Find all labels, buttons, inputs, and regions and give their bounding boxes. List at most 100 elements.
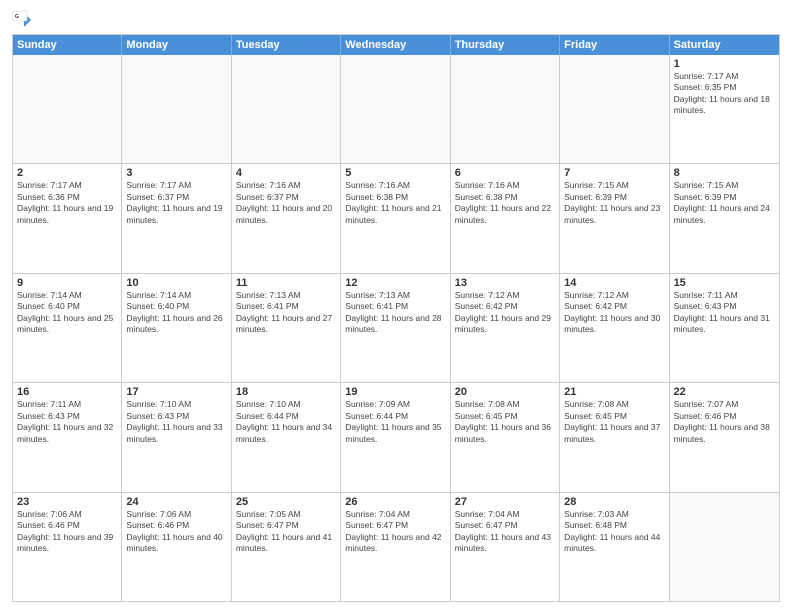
calendar-cell: 28Sunrise: 7:03 AMSunset: 6:48 PMDayligh…	[560, 493, 669, 601]
header-cell-sunday: Sunday	[13, 35, 122, 55]
calendar-cell	[232, 55, 341, 163]
day-number: 14	[564, 277, 664, 289]
calendar-cell	[560, 55, 669, 163]
calendar: SundayMondayTuesdayWednesdayThursdayFrid…	[12, 34, 780, 602]
day-number: 13	[455, 277, 555, 289]
day-number: 5	[345, 167, 445, 179]
day-number: 6	[455, 167, 555, 179]
calendar-row-3: 9Sunrise: 7:14 AMSunset: 6:40 PMDaylight…	[13, 273, 779, 382]
day-info: Sunrise: 7:15 AMSunset: 6:39 PMDaylight:…	[564, 180, 664, 226]
page-header: G	[12, 10, 780, 30]
day-info: Sunrise: 7:14 AMSunset: 6:40 PMDaylight:…	[17, 290, 117, 336]
calendar-cell	[341, 55, 450, 163]
day-number: 21	[564, 386, 664, 398]
day-number: 12	[345, 277, 445, 289]
day-number: 7	[564, 167, 664, 179]
day-number: 25	[236, 496, 336, 508]
calendar-cell: 10Sunrise: 7:14 AMSunset: 6:40 PMDayligh…	[122, 274, 231, 382]
calendar-cell: 23Sunrise: 7:06 AMSunset: 6:46 PMDayligh…	[13, 493, 122, 601]
calendar-cell: 25Sunrise: 7:05 AMSunset: 6:47 PMDayligh…	[232, 493, 341, 601]
calendar-cell: 15Sunrise: 7:11 AMSunset: 6:43 PMDayligh…	[670, 274, 779, 382]
header-cell-friday: Friday	[560, 35, 669, 55]
calendar-cell: 22Sunrise: 7:07 AMSunset: 6:46 PMDayligh…	[670, 383, 779, 491]
calendar-cell: 13Sunrise: 7:12 AMSunset: 6:42 PMDayligh…	[451, 274, 560, 382]
day-number: 9	[17, 277, 117, 289]
day-info: Sunrise: 7:13 AMSunset: 6:41 PMDaylight:…	[345, 290, 445, 336]
calendar-cell: 7Sunrise: 7:15 AMSunset: 6:39 PMDaylight…	[560, 164, 669, 272]
svg-text:G: G	[15, 14, 19, 20]
day-info: Sunrise: 7:16 AMSunset: 6:38 PMDaylight:…	[455, 180, 555, 226]
calendar-cell: 26Sunrise: 7:04 AMSunset: 6:47 PMDayligh…	[341, 493, 450, 601]
day-number: 2	[17, 167, 117, 179]
day-number: 4	[236, 167, 336, 179]
day-info: Sunrise: 7:17 AMSunset: 6:36 PMDaylight:…	[17, 180, 117, 226]
calendar-cell: 1Sunrise: 7:17 AMSunset: 6:35 PMDaylight…	[670, 55, 779, 163]
calendar-cell: 27Sunrise: 7:04 AMSunset: 6:47 PMDayligh…	[451, 493, 560, 601]
header-cell-tuesday: Tuesday	[232, 35, 341, 55]
header-cell-monday: Monday	[122, 35, 231, 55]
calendar-cell: 2Sunrise: 7:17 AMSunset: 6:36 PMDaylight…	[13, 164, 122, 272]
day-info: Sunrise: 7:14 AMSunset: 6:40 PMDaylight:…	[126, 290, 226, 336]
day-info: Sunrise: 7:08 AMSunset: 6:45 PMDaylight:…	[455, 399, 555, 445]
calendar-cell	[451, 55, 560, 163]
day-info: Sunrise: 7:03 AMSunset: 6:48 PMDaylight:…	[564, 509, 664, 555]
day-number: 16	[17, 386, 117, 398]
day-number: 22	[674, 386, 775, 398]
day-info: Sunrise: 7:04 AMSunset: 6:47 PMDaylight:…	[455, 509, 555, 555]
calendar-cell: 8Sunrise: 7:15 AMSunset: 6:39 PMDaylight…	[670, 164, 779, 272]
calendar-cell: 17Sunrise: 7:10 AMSunset: 6:43 PMDayligh…	[122, 383, 231, 491]
day-info: Sunrise: 7:08 AMSunset: 6:45 PMDaylight:…	[564, 399, 664, 445]
day-number: 24	[126, 496, 226, 508]
day-info: Sunrise: 7:15 AMSunset: 6:39 PMDaylight:…	[674, 180, 775, 226]
day-number: 19	[345, 386, 445, 398]
day-info: Sunrise: 7:10 AMSunset: 6:44 PMDaylight:…	[236, 399, 336, 445]
calendar-cell: 11Sunrise: 7:13 AMSunset: 6:41 PMDayligh…	[232, 274, 341, 382]
day-number: 20	[455, 386, 555, 398]
day-number: 23	[17, 496, 117, 508]
day-info: Sunrise: 7:13 AMSunset: 6:41 PMDaylight:…	[236, 290, 336, 336]
calendar-cell: 12Sunrise: 7:13 AMSunset: 6:41 PMDayligh…	[341, 274, 450, 382]
day-info: Sunrise: 7:10 AMSunset: 6:43 PMDaylight:…	[126, 399, 226, 445]
day-info: Sunrise: 7:07 AMSunset: 6:46 PMDaylight:…	[674, 399, 775, 445]
day-number: 1	[674, 58, 775, 70]
day-info: Sunrise: 7:06 AMSunset: 6:46 PMDaylight:…	[17, 509, 117, 555]
calendar-cell: 16Sunrise: 7:11 AMSunset: 6:43 PMDayligh…	[13, 383, 122, 491]
calendar-cell: 14Sunrise: 7:12 AMSunset: 6:42 PMDayligh…	[560, 274, 669, 382]
day-info: Sunrise: 7:17 AMSunset: 6:37 PMDaylight:…	[126, 180, 226, 226]
day-info: Sunrise: 7:06 AMSunset: 6:46 PMDaylight:…	[126, 509, 226, 555]
calendar-cell: 20Sunrise: 7:08 AMSunset: 6:45 PMDayligh…	[451, 383, 560, 491]
header-cell-thursday: Thursday	[451, 35, 560, 55]
calendar-cell: 21Sunrise: 7:08 AMSunset: 6:45 PMDayligh…	[560, 383, 669, 491]
day-info: Sunrise: 7:12 AMSunset: 6:42 PMDaylight:…	[564, 290, 664, 336]
day-number: 10	[126, 277, 226, 289]
day-number: 15	[674, 277, 775, 289]
calendar-row-2: 2Sunrise: 7:17 AMSunset: 6:36 PMDaylight…	[13, 163, 779, 272]
calendar-cell	[670, 493, 779, 601]
calendar-cell: 3Sunrise: 7:17 AMSunset: 6:37 PMDaylight…	[122, 164, 231, 272]
calendar-cell	[122, 55, 231, 163]
calendar-cell: 4Sunrise: 7:16 AMSunset: 6:37 PMDaylight…	[232, 164, 341, 272]
calendar-cell	[13, 55, 122, 163]
logo-icon: G	[12, 10, 32, 30]
day-info: Sunrise: 7:11 AMSunset: 6:43 PMDaylight:…	[674, 290, 775, 336]
calendar-row-5: 23Sunrise: 7:06 AMSunset: 6:46 PMDayligh…	[13, 492, 779, 601]
day-info: Sunrise: 7:11 AMSunset: 6:43 PMDaylight:…	[17, 399, 117, 445]
day-info: Sunrise: 7:12 AMSunset: 6:42 PMDaylight:…	[455, 290, 555, 336]
day-info: Sunrise: 7:04 AMSunset: 6:47 PMDaylight:…	[345, 509, 445, 555]
day-number: 28	[564, 496, 664, 508]
calendar-row-4: 16Sunrise: 7:11 AMSunset: 6:43 PMDayligh…	[13, 382, 779, 491]
calendar-cell: 5Sunrise: 7:16 AMSunset: 6:38 PMDaylight…	[341, 164, 450, 272]
day-number: 18	[236, 386, 336, 398]
calendar-header: SundayMondayTuesdayWednesdayThursdayFrid…	[13, 35, 779, 55]
day-number: 17	[126, 386, 226, 398]
day-number: 27	[455, 496, 555, 508]
calendar-row-1: 1Sunrise: 7:17 AMSunset: 6:35 PMDaylight…	[13, 55, 779, 163]
day-info: Sunrise: 7:16 AMSunset: 6:37 PMDaylight:…	[236, 180, 336, 226]
logo: G	[12, 10, 34, 30]
day-info: Sunrise: 7:05 AMSunset: 6:47 PMDaylight:…	[236, 509, 336, 555]
day-number: 8	[674, 167, 775, 179]
day-info: Sunrise: 7:17 AMSunset: 6:35 PMDaylight:…	[674, 71, 775, 117]
day-info: Sunrise: 7:09 AMSunset: 6:44 PMDaylight:…	[345, 399, 445, 445]
header-cell-wednesday: Wednesday	[341, 35, 450, 55]
calendar-cell: 19Sunrise: 7:09 AMSunset: 6:44 PMDayligh…	[341, 383, 450, 491]
